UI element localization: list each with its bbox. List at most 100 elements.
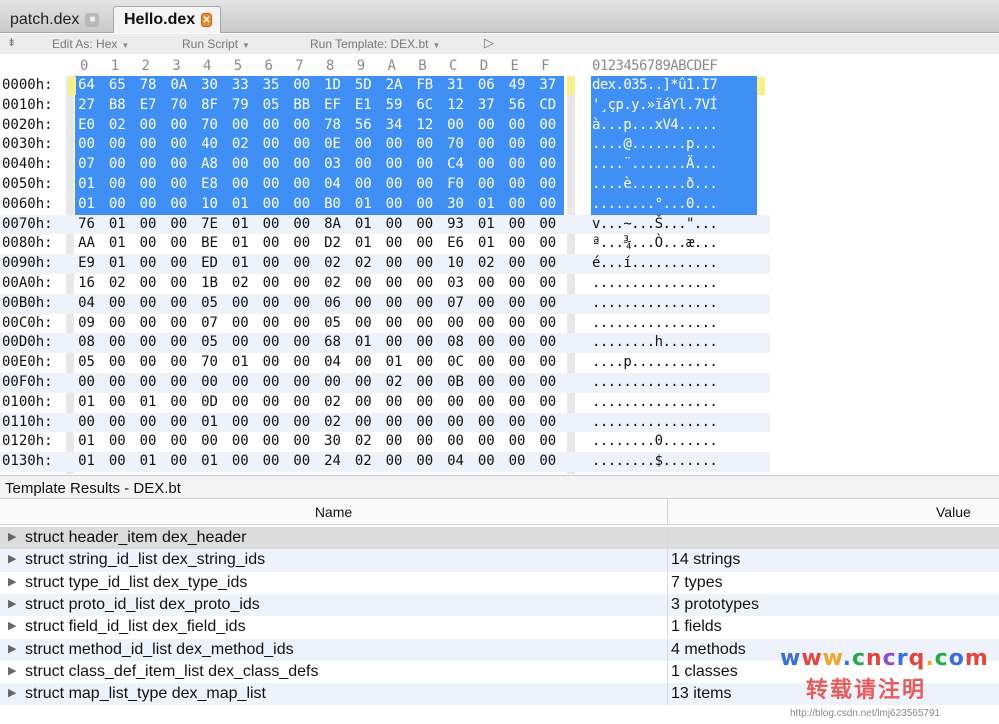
hex-byte[interactable]: 00 [291, 235, 312, 251]
hex-byte[interactable]: 06 [476, 77, 497, 93]
hex-byte[interactable]: 00 [414, 315, 435, 331]
hex-byte[interactable]: 00 [384, 295, 405, 311]
hex-byte[interactable]: 01 [107, 216, 128, 232]
ascii-text[interactable]: ................ [592, 374, 718, 390]
hex-editor[interactable]: 0123456789ABCDEF 0123456789ABCDEF 0000h:… [0, 54, 999, 474]
hex-byte[interactable]: 00 [138, 176, 159, 192]
hex-byte[interactable]: 01 [353, 216, 374, 232]
hex-row[interactable]: 0080h: AA 01 00 00 BE 01 00 00 D2 01 00 00 E6 01 00 00 ª.… [0, 234, 770, 254]
hex-byte[interactable]: 01 [476, 235, 497, 251]
hex-byte[interactable]: 00 [414, 295, 435, 311]
hex-byte[interactable]: 00 [230, 453, 251, 469]
hex-byte[interactable]: 68 [322, 334, 343, 350]
hex-byte[interactable]: 00 [168, 414, 189, 430]
hex-byte[interactable]: 00 [476, 414, 497, 430]
hex-byte[interactable]: 00 [537, 176, 558, 192]
hex-byte[interactable]: 00 [138, 216, 159, 232]
play-icon[interactable]: ▷ [484, 35, 494, 51]
hex-byte[interactable]: 00 [76, 414, 97, 430]
hex-byte[interactable]: 00 [168, 334, 189, 350]
hex-byte[interactable]: 07 [199, 315, 220, 331]
hex-byte[interactable]: 00 [507, 136, 528, 152]
hex-byte[interactable]: 00 [384, 156, 405, 172]
hex-byte[interactable]: ED [199, 255, 220, 271]
hex-byte[interactable]: 00 [107, 315, 128, 331]
hex-byte[interactable]: 00 [107, 354, 128, 370]
hex-byte[interactable]: 56 [353, 117, 374, 133]
hex-byte[interactable]: 0E [322, 136, 343, 152]
hex-byte[interactable]: 00 [476, 394, 497, 410]
column-divider[interactable] [667, 499, 668, 525]
hex-byte[interactable]: 8F [199, 97, 220, 113]
hex-byte[interactable]: 00 [507, 295, 528, 311]
hex-row[interactable]: 00C0h: 09 00 00 00 07 00 00 00 05 00 00 00 00 00 00 00..… [0, 314, 770, 334]
template-row[interactable]: ▶ struct proto_id_list dex_proto_ids 3 pro… [0, 593, 999, 617]
hex-byte[interactable]: 00 [414, 433, 435, 449]
hex-byte[interactable]: 00 [507, 414, 528, 430]
hex-byte[interactable]: 00 [168, 374, 189, 390]
hex-byte[interactable]: 00 [107, 176, 128, 192]
hex-byte[interactable]: 00 [107, 374, 128, 390]
hex-byte[interactable]: 00 [537, 255, 558, 271]
hex-byte[interactable]: C4 [445, 156, 466, 172]
hex-byte[interactable]: 01 [76, 453, 97, 469]
hex-byte[interactable]: 16 [76, 275, 97, 291]
tab-hello-dex[interactable]: Hello.dex ✕ [113, 6, 221, 33]
hex-byte[interactable]: 00 [537, 156, 558, 172]
hex-byte[interactable]: 00 [537, 275, 558, 291]
hex-byte[interactable]: 00 [138, 136, 159, 152]
column-header-value[interactable]: Value [936, 504, 971, 520]
ascii-text[interactable]: é...í........... [592, 255, 718, 271]
hex-byte[interactable]: 00 [168, 156, 189, 172]
hex-byte[interactable]: 04 [76, 295, 97, 311]
disclosure-triangle-icon[interactable]: ▶ [8, 530, 16, 543]
hex-byte[interactable]: 00 [414, 453, 435, 469]
hex-byte[interactable]: 00 [507, 334, 528, 350]
hex-byte[interactable]: 1B [199, 275, 220, 291]
hex-byte[interactable]: 00 [107, 453, 128, 469]
hex-byte[interactable]: 00 [138, 433, 159, 449]
hex-byte[interactable]: 02 [322, 275, 343, 291]
ascii-text[interactable]: ª...¾...Ò...æ... [592, 235, 718, 251]
hex-byte[interactable]: 00 [507, 394, 528, 410]
hex-byte[interactable]: 00 [414, 255, 435, 271]
hex-byte[interactable]: 00 [537, 354, 558, 370]
hex-row[interactable]: 0130h: 01 00 01 00 01 00 00 00 24 02 00 00 04 00 00 00..… [0, 452, 770, 472]
hex-byte[interactable]: 00 [291, 374, 312, 390]
hex-byte[interactable]: 00 [476, 136, 497, 152]
hex-byte[interactable]: 10 [445, 255, 466, 271]
hex-byte[interactable]: 00 [291, 216, 312, 232]
hex-byte[interactable]: 01 [138, 453, 159, 469]
ascii-text[interactable]: ........0....... [592, 433, 718, 449]
hex-byte[interactable]: 02 [230, 275, 251, 291]
hex-byte[interactable]: 01 [76, 394, 97, 410]
hex-byte[interactable]: 00 [507, 354, 528, 370]
hex-byte[interactable]: 00 [414, 216, 435, 232]
hex-byte[interactable]: 00 [507, 117, 528, 133]
hex-byte[interactable]: 00 [168, 315, 189, 331]
hex-byte[interactable]: 00 [230, 295, 251, 311]
hex-byte[interactable]: 00 [537, 334, 558, 350]
hex-byte[interactable]: 02 [230, 136, 251, 152]
hex-byte[interactable]: 00 [384, 394, 405, 410]
hex-byte[interactable]: 00 [138, 354, 159, 370]
ascii-text[interactable]: ........°...0... [592, 196, 718, 212]
ascii-text[interactable]: ................ [592, 414, 718, 430]
hex-byte[interactable]: 00 [353, 354, 374, 370]
template-row[interactable]: ▶ struct field_id_list dex_field_ids 1 fie… [0, 616, 999, 639]
hex-byte[interactable]: 34 [384, 117, 405, 133]
hex-byte[interactable]: 00 [261, 176, 282, 192]
hex-byte[interactable]: 00 [168, 136, 189, 152]
hex-byte[interactable]: 05 [199, 334, 220, 350]
hex-byte[interactable]: 00 [168, 117, 189, 133]
hex-byte[interactable]: 6C [414, 97, 435, 113]
double-chevron-down-icon[interactable]: ⇟ [7, 36, 16, 49]
hex-byte[interactable]: 40 [199, 136, 220, 152]
disclosure-triangle-icon[interactable]: ▶ [8, 619, 16, 632]
hex-byte[interactable]: 02 [476, 255, 497, 271]
hex-byte[interactable]: 33 [230, 77, 251, 93]
hex-byte[interactable]: AA [76, 235, 97, 251]
hex-byte[interactable]: 00 [507, 156, 528, 172]
hex-byte[interactable]: 00 [138, 414, 159, 430]
hex-byte[interactable]: 01 [76, 433, 97, 449]
